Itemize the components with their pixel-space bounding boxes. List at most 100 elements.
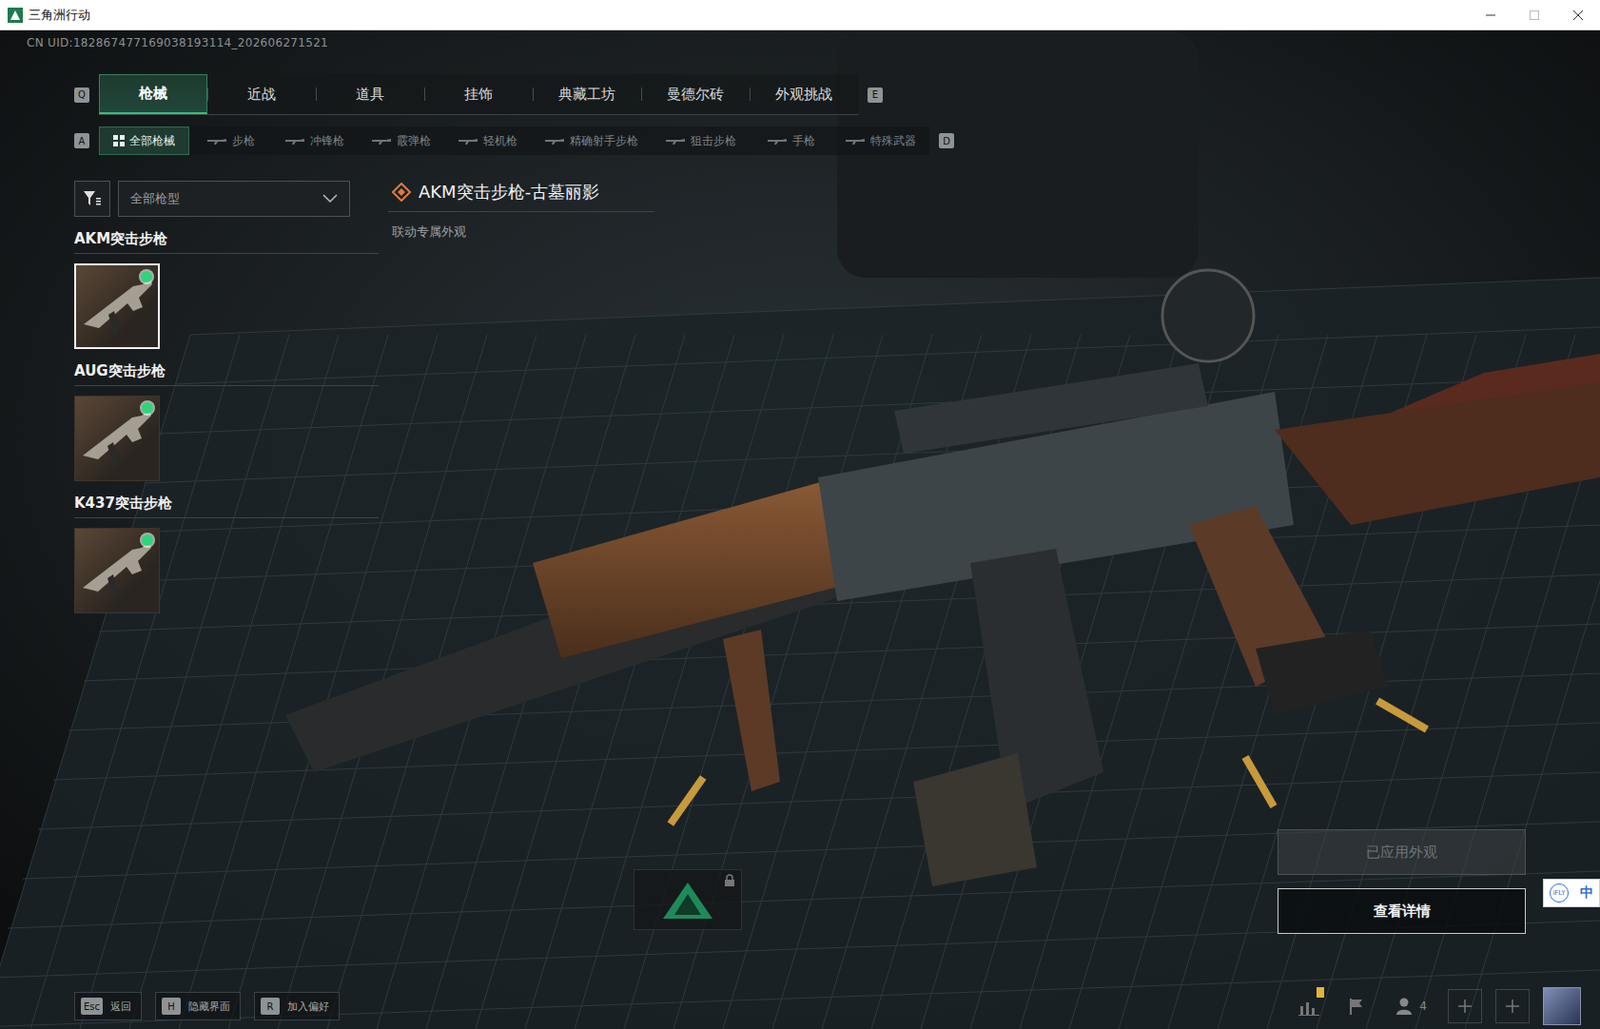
filter-button[interactable] xyxy=(74,180,111,217)
weapon-type-label: 冲锋枪 xyxy=(310,133,345,150)
category-tab[interactable]: 外观挑战 xyxy=(749,74,859,115)
stats-button[interactable] xyxy=(1291,989,1327,1024)
window-controls xyxy=(1468,0,1600,30)
weapon-group: AKM突击步枪 xyxy=(74,230,379,350)
window-title: 三角洲行动 xyxy=(28,6,1464,24)
invite-slot[interactable] xyxy=(1495,989,1530,1024)
key-hint[interactable]: R 加入偏好 xyxy=(253,992,340,1021)
title-bar: 三角洲行动 xyxy=(0,0,1600,31)
weapon-type-label: 步枪 xyxy=(232,133,255,150)
content-area: 全部枪型 AKM突击步枪 AUG突击步枪 K437突击步枪 AKM突击步枪-古墓丽影联动… xyxy=(0,180,1600,614)
weapon-type-label: 霰弹枪 xyxy=(396,133,431,150)
weapon-type-row: A 全部枪械 步枪 冲锋枪 霰弹枪 轻机枪 精确射手步枪 狙击步枪 手枪 特殊武器 D xyxy=(0,126,1600,156)
weapon-type-tab[interactable]: 轻机枪 xyxy=(444,126,531,156)
skin-thumbnail[interactable] xyxy=(74,395,160,482)
ime-indicator[interactable]: iFLY 中 xyxy=(1542,878,1600,908)
category-tab[interactable]: 枪械 xyxy=(98,74,208,115)
social-tray: 4 xyxy=(1291,987,1581,1026)
app-logo-icon xyxy=(7,7,23,23)
lock-icon xyxy=(723,874,736,888)
key-hints: Esc返回 H隐藏界面 R 加入偏好 xyxy=(74,992,1292,1021)
weapon-model-dropdown[interactable]: 全部枪型 xyxy=(117,180,351,217)
equipped-dot xyxy=(141,534,154,547)
weapon-type-tab[interactable]: 全部枪械 xyxy=(98,126,190,156)
skin-subtitle: 联动专属外观 xyxy=(388,212,655,241)
weapon-name: AKM突击步枪 xyxy=(74,230,379,254)
weapon-name: AUG突击步枪 xyxy=(74,362,379,387)
category-tab[interactable]: 挂饰 xyxy=(424,74,533,115)
weapon-type-tab[interactable]: 霰弹枪 xyxy=(357,126,445,156)
weapon-type-label: 精确射手步枪 xyxy=(569,133,639,150)
key-hint[interactable]: H隐藏界面 xyxy=(155,992,241,1021)
view-details-button[interactable]: 查看详情 xyxy=(1277,888,1526,935)
notification-badge xyxy=(1316,987,1325,998)
filter-row: 全部枪型 xyxy=(74,180,379,217)
weapon-type-tab[interactable]: 步枪 xyxy=(189,126,272,156)
dropdown-value: 全部枪型 xyxy=(130,190,180,208)
plus-icon xyxy=(1505,999,1520,1014)
maximize-button[interactable] xyxy=(1512,0,1557,30)
person-icon xyxy=(1394,996,1414,1016)
equipped-dot xyxy=(141,402,154,414)
weapon-type-label: 全部枪械 xyxy=(129,133,176,150)
skin-thumbnail[interactable] xyxy=(74,263,160,350)
close-button[interactable] xyxy=(1556,0,1600,30)
action-buttons: 已应用外观查看详情 xyxy=(1277,829,1526,935)
bottom-bar: Esc返回 H隐藏界面 R 加入偏好 4 xyxy=(0,983,1600,1029)
weapon-type-label: 轻机枪 xyxy=(483,133,518,150)
weapon-group: K437突击步枪 xyxy=(74,494,379,614)
gun-icon xyxy=(544,136,566,146)
skin-thumbnail[interactable] xyxy=(74,527,160,614)
skin-title: AKM突击步枪-古墓丽影 xyxy=(418,180,600,204)
category-tab[interactable]: 曼德尔砖 xyxy=(641,74,750,115)
maximize-icon xyxy=(1528,9,1541,21)
gun-icon xyxy=(206,136,228,146)
gun-icon xyxy=(664,136,686,146)
prev-subtab-key[interactable]: A xyxy=(74,133,90,149)
weapon-group: AUG突击步枪 xyxy=(74,362,379,482)
applied-skin-button: 已应用外观 xyxy=(1277,829,1526,876)
category-tab-row: Q 枪械近战道具挂饰典藏工坊曼德尔砖外观挑战 E xyxy=(0,74,1600,116)
ime-mode: 中 xyxy=(1580,884,1594,902)
weapon-type-tab[interactable]: 狙击步枪 xyxy=(651,126,750,156)
rarity-diamond-icon xyxy=(391,182,411,202)
squad-count: 4 xyxy=(1419,999,1427,1014)
flag-button[interactable] xyxy=(1339,989,1374,1024)
plus-icon xyxy=(1458,999,1472,1014)
gun-icon xyxy=(284,136,306,146)
minimize-button[interactable] xyxy=(1468,0,1513,30)
bar-chart-icon xyxy=(1298,996,1320,1016)
gun-icon xyxy=(457,136,479,146)
weapon-type-tab[interactable]: 手枪 xyxy=(749,126,832,156)
weapon-type-label: 特殊武器 xyxy=(870,133,917,150)
category-tab[interactable]: 近战 xyxy=(207,74,316,115)
weapon-name: K437突击步枪 xyxy=(74,494,379,519)
close-icon xyxy=(1572,9,1584,21)
prev-tab-key[interactable]: Q xyxy=(74,87,90,103)
key-hint[interactable]: Esc返回 xyxy=(74,992,142,1021)
hint-label: 返回 xyxy=(110,999,132,1015)
next-tab-key[interactable]: E xyxy=(867,87,883,103)
next-subtab-key[interactable]: D xyxy=(938,133,955,149)
squad-button[interactable]: 4 xyxy=(1386,989,1435,1024)
weapon-type-tab[interactable]: 冲锋枪 xyxy=(271,126,358,156)
invite-slot[interactable] xyxy=(1447,989,1483,1024)
filter-icon xyxy=(82,189,102,209)
collection-screen: CN UID:182867477169038193114_20260627152… xyxy=(0,30,1600,1029)
locked-slot[interactable] xyxy=(633,869,742,931)
weapon-type-label: 狙击步枪 xyxy=(690,133,737,150)
weapon-type-tab[interactable]: 特殊武器 xyxy=(831,126,930,156)
weapon-type-label: 手枪 xyxy=(792,133,816,150)
skin-info: AKM突击步枪-古墓丽影联动专属外观 xyxy=(388,180,655,614)
category-tab[interactable]: 道具 xyxy=(315,74,425,115)
hint-label: 加入偏好 xyxy=(287,999,330,1015)
ime-brand: iFLY xyxy=(1549,883,1569,903)
player-avatar[interactable] xyxy=(1542,987,1581,1026)
category-tabs: 枪械近战道具挂饰典藏工坊曼德尔砖外观挑战 xyxy=(98,74,859,116)
weapon-type-tab[interactable]: 精确射手步枪 xyxy=(530,126,652,156)
weapon-type-tabs: 全部枪械 步枪 冲锋枪 霰弹枪 轻机枪 精确射手步枪 狙击步枪 手枪 特殊武器 xyxy=(98,126,930,156)
delta-logo-icon xyxy=(659,878,717,921)
hint-key: R xyxy=(260,997,280,1015)
category-tab[interactable]: 典藏工坊 xyxy=(532,74,642,115)
chevron-down-icon xyxy=(322,194,338,204)
